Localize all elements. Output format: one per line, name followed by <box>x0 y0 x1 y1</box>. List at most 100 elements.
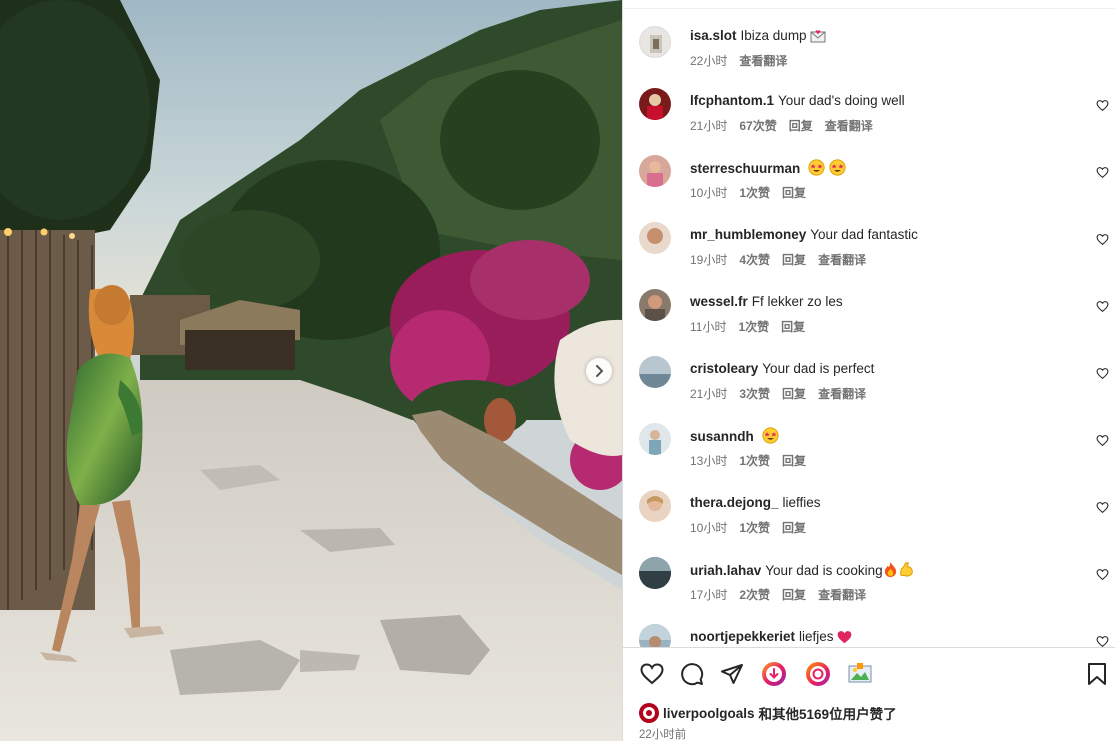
red-heart-icon <box>837 631 852 644</box>
comment-likes[interactable]: 67次赞 <box>739 117 776 134</box>
avatar[interactable] <box>639 423 671 455</box>
comment-text: Your dad fantastic <box>810 227 918 242</box>
comment-username[interactable]: lfcphantom.1 <box>690 93 774 108</box>
reply-button[interactable]: 回复 <box>782 251 806 268</box>
envelope-heart-icon <box>810 30 826 43</box>
comment-item: thera.dejong_ lieffies 10小时 1次赞 回复 <box>623 484 1115 551</box>
likes-count-text[interactable]: 和其他5169位用户赞了 <box>759 703 897 723</box>
post-caption: isa.slot Ibiza dump 22小时 查看翻译 <box>623 16 1115 83</box>
avatar[interactable] <box>639 624 671 647</box>
comment-likes[interactable]: 2次赞 <box>739 586 770 603</box>
extension-repost-button[interactable] <box>805 661 831 687</box>
share-button[interactable] <box>719 661 745 687</box>
bookmark-icon <box>1088 663 1106 685</box>
comment-likes[interactable]: 3次赞 <box>739 385 770 402</box>
comment-icon <box>681 663 704 686</box>
comment-username[interactable]: sterreschuurman <box>690 161 800 176</box>
avatar[interactable] <box>639 26 671 58</box>
avatar[interactable] <box>639 222 671 254</box>
comment-item: uriah.lahav Your dad is cooking 17小时 2次赞 … <box>623 551 1115 618</box>
photo-scene <box>0 0 622 741</box>
like-comment-heart-icon[interactable] <box>1096 166 1109 179</box>
star-eyes-icon <box>808 159 825 176</box>
comment-time: 13小时 <box>690 454 728 468</box>
avatar[interactable] <box>639 557 671 589</box>
like-comment-heart-icon[interactable] <box>1096 568 1109 581</box>
like-comment-heart-icon[interactable] <box>1096 367 1109 380</box>
reply-button[interactable]: 回复 <box>782 452 806 469</box>
reply-button[interactable]: 回复 <box>789 117 813 134</box>
reply-button[interactable]: 回复 <box>781 318 805 335</box>
comment-likes[interactable]: 1次赞 <box>739 184 770 201</box>
reply-button[interactable]: 回复 <box>782 519 806 536</box>
extension-download-button[interactable] <box>761 661 787 687</box>
comment-likes[interactable]: 1次赞 <box>738 318 769 335</box>
comment-button[interactable] <box>679 661 705 687</box>
see-translation-button[interactable]: 查看翻译 <box>818 251 866 268</box>
see-translation-button[interactable]: 查看翻译 <box>739 52 787 69</box>
comments-panel: isa.slot Ibiza dump 22小时 查看翻译 lfcphantom.… <box>622 0 1115 741</box>
caption-text: Ibiza dump <box>740 28 807 43</box>
extension-image-button[interactable] <box>847 661 873 687</box>
comment-time: 10小时 <box>690 186 728 200</box>
like-button[interactable] <box>639 661 665 687</box>
avatar-image <box>649 430 661 455</box>
liker-avatar[interactable] <box>639 703 659 723</box>
avatar-image <box>647 496 663 511</box>
reply-button[interactable]: 回复 <box>782 385 806 402</box>
comment-likes[interactable]: 1次赞 <box>739 519 770 536</box>
comment-likes[interactable]: 1次赞 <box>739 452 770 469</box>
comment-item: lfcphantom.1 Your dad's doing well 21小时 6… <box>623 82 1115 149</box>
comment-time: 10小时 <box>690 521 728 535</box>
avatar[interactable] <box>639 356 671 388</box>
comment-username[interactable]: wessel.fr <box>690 294 748 309</box>
comment-time: 21小时 <box>690 387 728 401</box>
like-comment-heart-icon[interactable] <box>1096 434 1109 447</box>
avatar[interactable] <box>639 289 671 321</box>
likes-summary[interactable]: liverpoolgoals 和其他5169位用户赞了 <box>639 703 897 723</box>
post-viewer: isa.slot Ibiza dump 22小时 查看翻译 lfcphantom.… <box>0 0 1115 741</box>
avatar-image <box>647 161 663 187</box>
like-comment-heart-icon[interactable] <box>1096 99 1109 112</box>
see-translation-button[interactable]: 查看翻译 <box>818 586 866 603</box>
heart-icon <box>640 663 664 685</box>
reply-button[interactable]: 回复 <box>782 184 806 201</box>
comments-list[interactable]: isa.slot Ibiza dump 22小时 查看翻译 lfcphantom.… <box>623 10 1115 647</box>
image-download-icon <box>848 663 872 683</box>
comment-likes[interactable]: 4次赞 <box>739 251 770 268</box>
comment-item: sterreschuurman 10小时 1次赞 回复 <box>623 149 1115 216</box>
avatar[interactable] <box>639 88 671 120</box>
liker-username[interactable]: liverpoolgoals <box>663 706 755 721</box>
comment-text: Ff lekker zo les <box>751 294 843 309</box>
caption-time: 22小时 <box>690 54 728 68</box>
comment-username[interactable]: susanndh <box>690 429 754 444</box>
post-timestamp: 22小时前 <box>639 729 687 741</box>
like-comment-heart-icon[interactable] <box>1096 501 1109 514</box>
comment-text: lieffies <box>782 495 821 510</box>
like-comment-heart-icon[interactable] <box>1096 233 1109 246</box>
comment-item: wessel.fr Ff lekker zo les 11小时 1次赞 回复 <box>623 283 1115 350</box>
star-eyes-icon <box>761 427 779 444</box>
comment-username[interactable]: cristoleary <box>690 361 758 376</box>
paper-plane-icon <box>721 664 743 684</box>
avatar[interactable] <box>639 155 671 187</box>
caption-author[interactable]: isa.slot <box>690 28 737 43</box>
see-translation-button[interactable]: 查看翻译 <box>825 117 873 134</box>
avatar[interactable] <box>639 490 671 522</box>
next-photo-button[interactable] <box>586 358 612 384</box>
comment-username[interactable]: uriah.lahav <box>690 563 761 578</box>
comment-item: cristoleary Your dad is perfect 21小时 3次赞 … <box>623 350 1115 417</box>
comment-text: Your dad is cooking <box>765 563 883 578</box>
like-comment-heart-icon[interactable] <box>1096 300 1109 313</box>
save-button[interactable] <box>1084 661 1110 687</box>
avatar-image <box>650 35 662 53</box>
avatar-image <box>639 356 671 388</box>
post-photo[interactable] <box>0 0 622 741</box>
reply-button[interactable]: 回复 <box>782 586 806 603</box>
comment-username[interactable]: thera.dejong_ <box>690 495 779 510</box>
comment-username[interactable]: mr_humblemoney <box>690 227 806 242</box>
comment-username[interactable]: noortjepekkeriet <box>690 629 795 644</box>
actions-divider <box>623 647 1115 648</box>
see-translation-button[interactable]: 查看翻译 <box>818 385 866 402</box>
like-comment-heart-icon[interactable] <box>1096 635 1109 647</box>
